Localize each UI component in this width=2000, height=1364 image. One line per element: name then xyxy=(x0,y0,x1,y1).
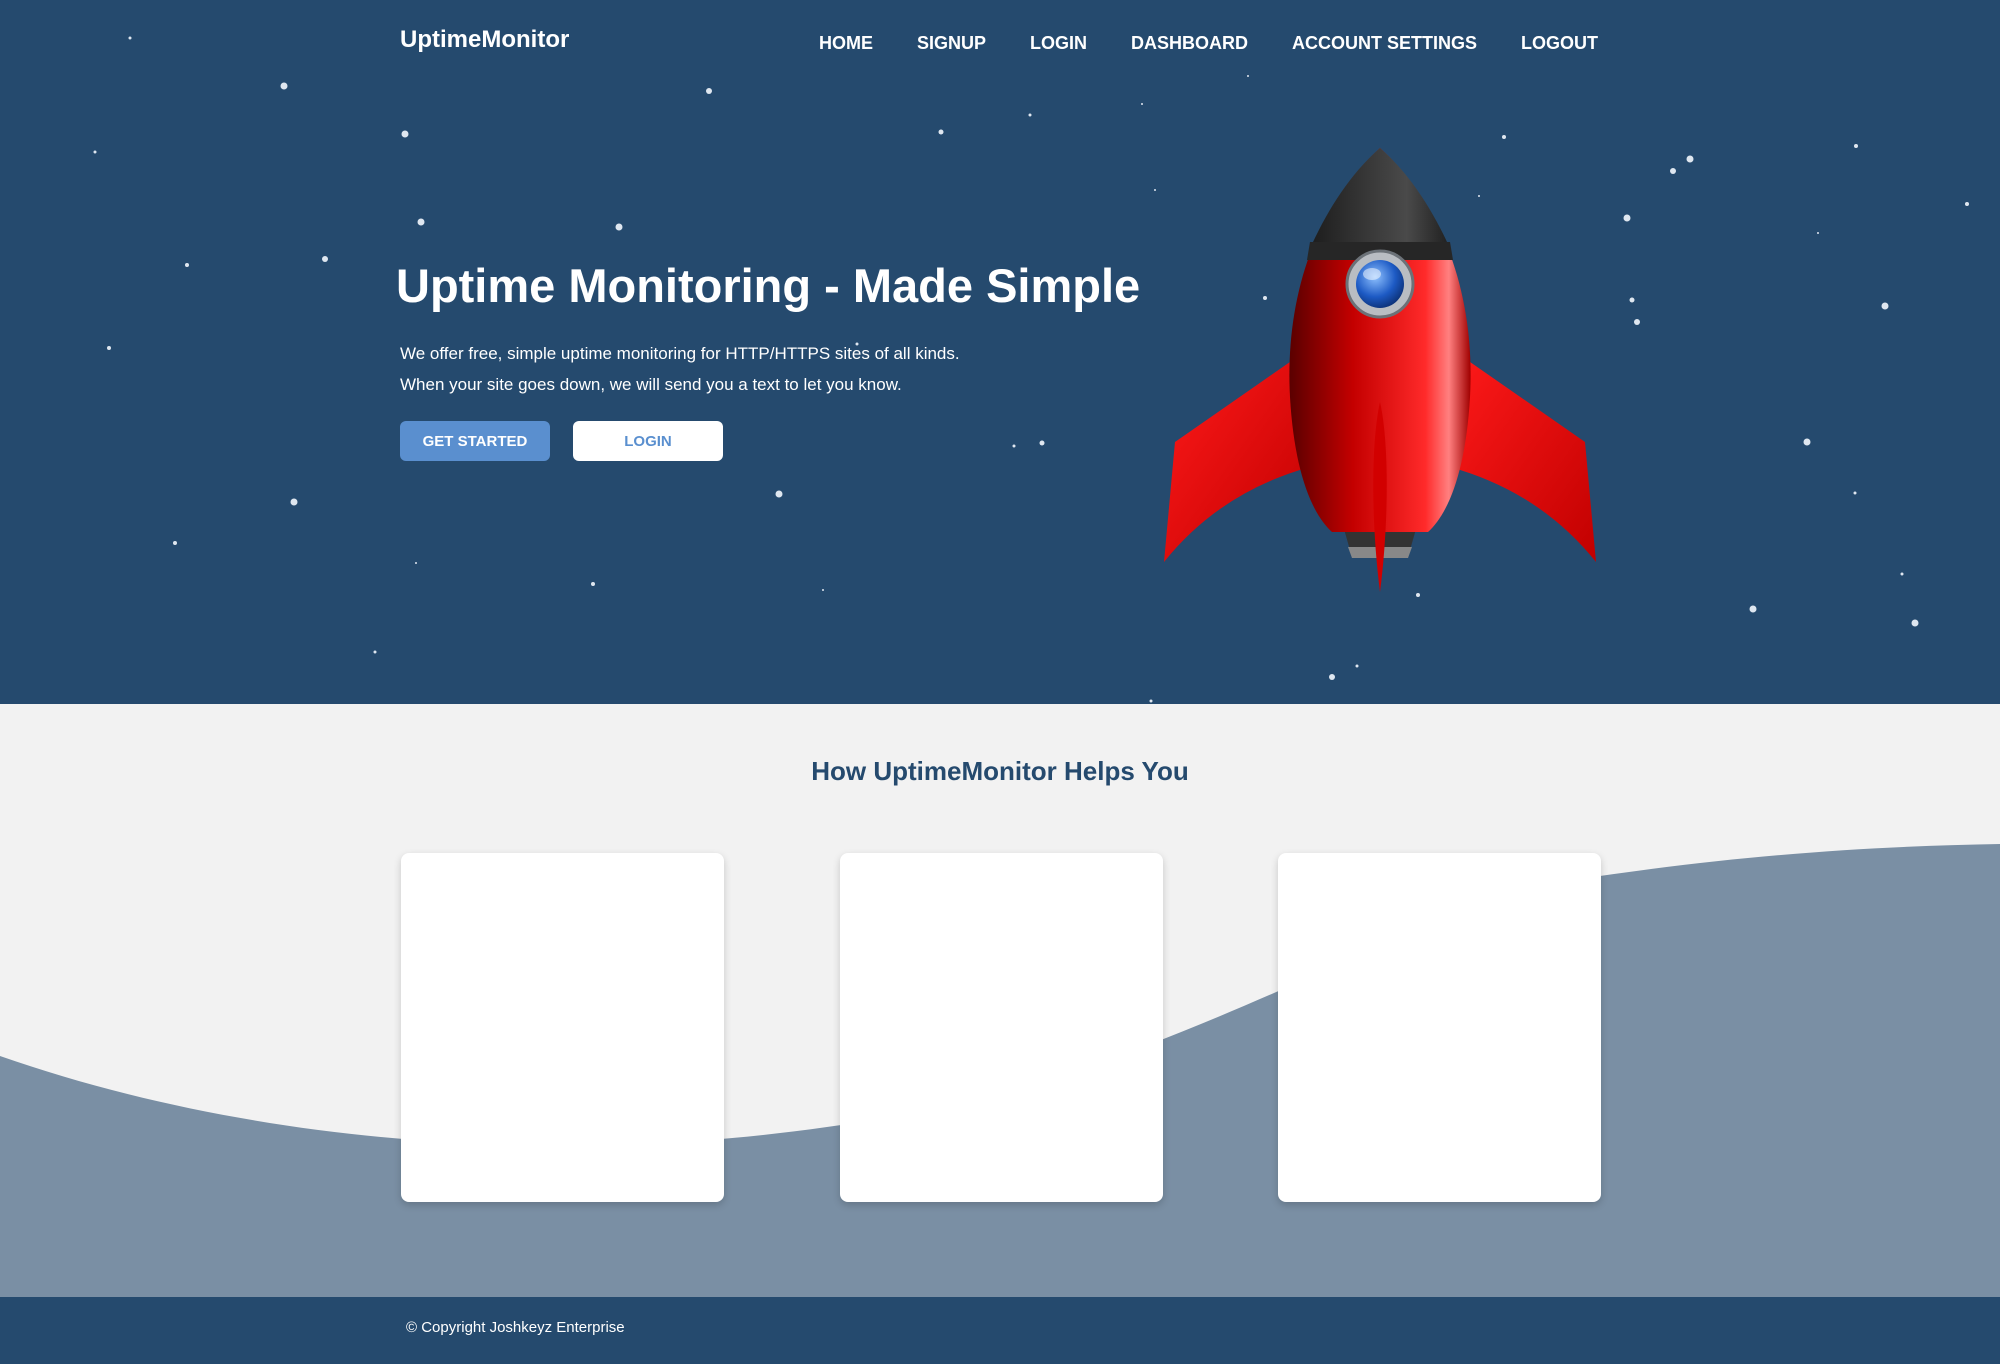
footer: © Copyright Joshkeyz Enterprise xyxy=(0,1297,2000,1364)
starfield-decoration xyxy=(93,36,1969,703)
hero-description-line-1: We offer free, simple uptime monitoring … xyxy=(400,344,960,363)
main-nav: HOME SIGNUP LOGIN DASHBOARD ACCOUNT SETT… xyxy=(819,33,1598,54)
feature-card xyxy=(401,853,724,1202)
hero-title: Uptime Monitoring - Made Simple xyxy=(396,259,1141,312)
nav-home[interactable]: HOME xyxy=(819,33,873,54)
nav-account-settings[interactable]: ACCOUNT SETTINGS xyxy=(1292,33,1477,54)
nav-logout[interactable]: LOGOUT xyxy=(1521,33,1598,54)
feature-card xyxy=(1278,853,1601,1202)
feature-card xyxy=(840,853,1163,1202)
hero-description-line-2: When your site goes down, we will send y… xyxy=(400,375,902,394)
copyright-text: © Copyright Joshkeyz Enterprise xyxy=(406,1319,625,1336)
nav-login[interactable]: LOGIN xyxy=(1030,33,1087,54)
nav-signup[interactable]: SIGNUP xyxy=(917,33,986,54)
get-started-button[interactable]: GET STARTED xyxy=(400,421,550,461)
nav-dashboard[interactable]: DASHBOARD xyxy=(1131,33,1248,54)
hero-description: We offer free, simple uptime monitoring … xyxy=(400,338,960,400)
hero-login-button[interactable]: LOGIN xyxy=(573,421,723,461)
rocket-icon xyxy=(1164,148,1596,592)
brand-logo[interactable]: UptimeMonitor xyxy=(400,26,569,54)
features-section: How UptimeMonitor Helps You xyxy=(0,704,2000,1297)
section-title: How UptimeMonitor Helps You xyxy=(811,756,1189,786)
hero-section: UptimeMonitor HOME SIGNUP LOGIN DASHBOAR… xyxy=(0,0,2000,704)
